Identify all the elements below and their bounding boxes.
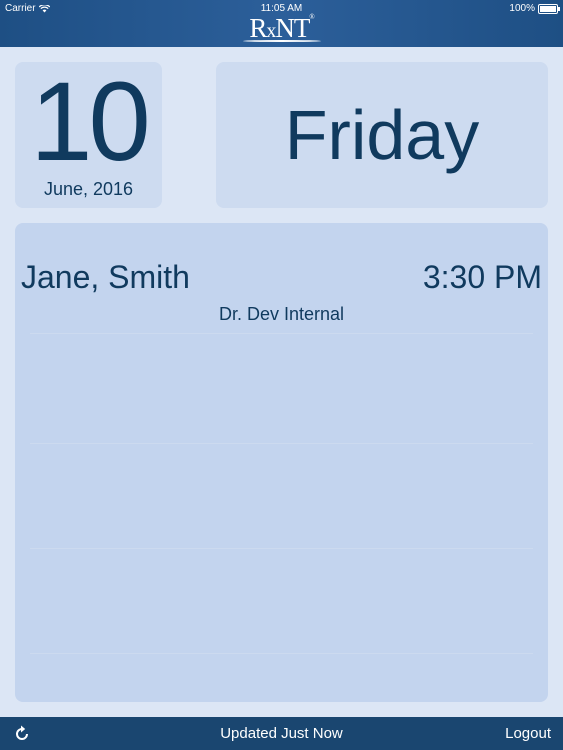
appointment-row[interactable]: Jane, Smith 3:30 PM Dr. Dev Internal — [15, 223, 548, 333]
battery-icon — [538, 3, 560, 14]
row-divider — [30, 333, 533, 334]
battery-fill — [540, 5, 556, 12]
patient-name: Jane, Smith — [21, 259, 190, 295]
updated-status: Updated Just Now — [220, 725, 343, 742]
logo-swoosh — [243, 40, 321, 42]
top-bar: Carrier 11:05 AM 100% RxNT® — [0, 0, 563, 47]
logout-button[interactable]: Logout — [505, 725, 551, 742]
bottom-bar: Updated Just Now Logout — [0, 717, 563, 750]
day-number: 10 — [30, 59, 151, 184]
row-divider — [30, 653, 533, 654]
month-year: June, 2016 — [43, 179, 134, 199]
row-divider — [30, 443, 533, 444]
appointments-list[interactable]: Jane, Smith 3:30 PM Dr. Dev Internal — [15, 223, 548, 702]
date-card: 10 June, 2016 — [15, 62, 162, 208]
provider-name: Dr. Dev Internal — [218, 304, 345, 324]
weekday-label: Friday — [284, 96, 480, 174]
row-divider — [30, 548, 533, 549]
appointment-time: 3:30 PM — [422, 259, 542, 295]
weekday-card: Friday — [216, 62, 548, 208]
